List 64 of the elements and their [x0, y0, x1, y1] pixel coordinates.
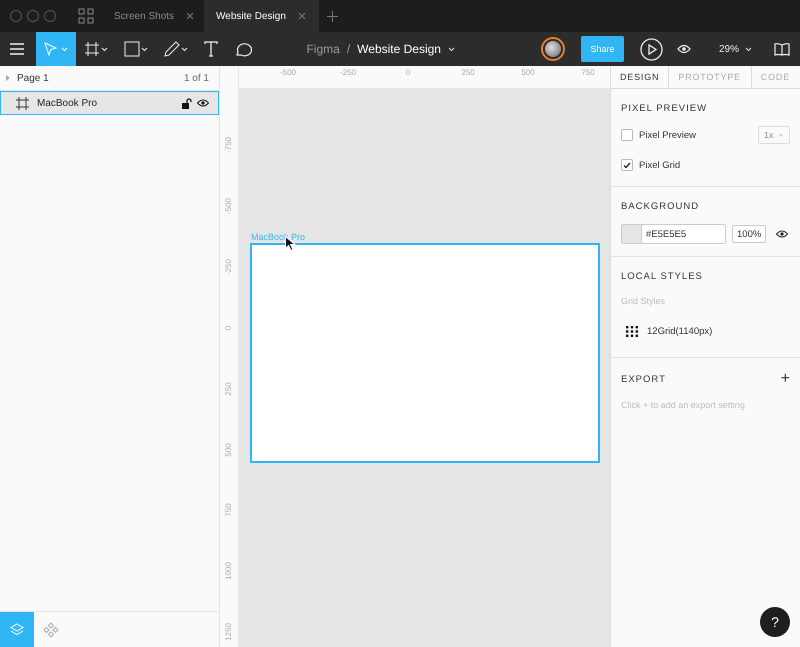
style-group-label: Grid Styles — [621, 296, 666, 306]
file-tab[interactable]: Screen Shots — [94, 0, 204, 32]
caret-icon — [778, 133, 784, 137]
pencil-icon — [164, 41, 188, 57]
zoom-level[interactable]: 29% — [718, 44, 739, 54]
ruler-label: 500 — [223, 442, 234, 458]
project-name[interactable]: Figma — [306, 42, 340, 56]
frame-icon — [16, 96, 29, 110]
menu-icon[interactable] — [10, 43, 24, 55]
layer-item[interactable]: MacBook Pro — [0, 91, 219, 115]
layers-icon — [10, 623, 24, 636]
caret-icon[interactable] — [448, 46, 455, 52]
eye-icon[interactable] — [197, 99, 209, 107]
page-name[interactable]: Page 1 — [17, 72, 49, 84]
checkbox-label[interactable]: Pixel Preview — [639, 130, 696, 140]
ruler-label: 0 — [404, 68, 412, 77]
section-title: LOCAL STYLES — [621, 271, 704, 282]
section-title: BACKGROUND — [621, 201, 700, 212]
checkbox[interactable] — [621, 129, 633, 141]
file-tab[interactable]: Website Design — [204, 0, 319, 32]
ruler-label: 0 — [223, 324, 234, 332]
rectangle-icon — [124, 41, 148, 57]
ruler-label: 500 — [520, 68, 536, 77]
ruler-label: -500 — [223, 196, 234, 216]
close-icon[interactable] — [298, 12, 306, 20]
ruler-label: 750 — [223, 502, 234, 520]
ruler-label: 250 — [460, 68, 476, 77]
frame-icon — [84, 41, 108, 57]
opacity-field[interactable]: 100% — [732, 225, 766, 243]
ruler-label: 250 — [223, 380, 234, 398]
file-name[interactable]: Website Design — [357, 42, 441, 56]
book-icon[interactable] — [774, 42, 790, 56]
close-icon[interactable] — [186, 12, 194, 20]
grid-style-item[interactable]: 12Grid(1140px) — [621, 326, 790, 345]
play-icon[interactable] — [640, 38, 663, 60]
ruler-label: 1000 — [223, 561, 234, 582]
page-count: 1 of 1 — [184, 72, 209, 84]
color-swatch[interactable] — [622, 225, 642, 243]
grid-icon — [626, 326, 638, 337]
help-button[interactable]: ? — [760, 607, 790, 637]
pointer-icon — [44, 42, 68, 56]
grid-icon[interactable] — [78, 8, 94, 24]
components-icon — [43, 622, 59, 638]
add-export-button[interactable]: + — [780, 372, 790, 386]
color-field[interactable]: #E5E5E5 — [621, 224, 726, 244]
eye-icon[interactable] — [776, 230, 788, 238]
comment-icon — [234, 40, 252, 58]
ruler-label: -250 — [338, 68, 357, 77]
section-title: EXPORT — [621, 374, 666, 384]
breadcrumb-separator: / — [346, 42, 350, 56]
checkbox[interactable] — [621, 159, 633, 171]
ruler-label: 750 — [580, 68, 596, 77]
add-icon[interactable] — [326, 10, 338, 22]
avatar[interactable] — [540, 37, 565, 61]
caret-icon[interactable] — [745, 46, 752, 52]
checkbox-label[interactable]: Pixel Grid — [639, 160, 680, 170]
unlocked-icon[interactable] — [182, 98, 192, 108]
section-title: PIXEL PREVIEW — [621, 103, 708, 114]
ruler-label: -750 — [223, 136, 234, 156]
ruler-label: 1250 — [223, 622, 234, 644]
ruler-label: -250 — [223, 258, 234, 277]
text-tool-icon — [204, 41, 218, 57]
ruler-label: -500 — [278, 68, 297, 77]
export-hint: Click + to add an export setting — [621, 400, 746, 410]
